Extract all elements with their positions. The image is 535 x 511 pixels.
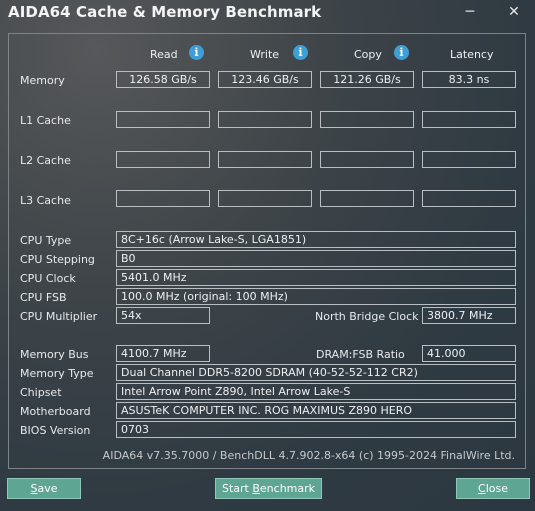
- close-label-rest: lose: [485, 482, 508, 495]
- start-hotkey: B: [252, 482, 260, 495]
- chipset-label: Chipset: [20, 386, 62, 399]
- memory-latency-value: 83.3 ns: [422, 71, 516, 88]
- latency-header: Latency: [450, 48, 494, 61]
- cpu-fsb-value: 100.0 MHz (original: 100 MHz): [116, 288, 516, 305]
- memory-copy-value: 121.26 GB/s: [320, 71, 414, 88]
- write-info-icon[interactable]: i: [293, 45, 308, 60]
- memory-row-label: Memory: [20, 74, 65, 87]
- bios-version-value: 0703: [116, 421, 516, 438]
- cpu-multiplier-value: 54x: [116, 307, 210, 324]
- cpu-type-label: CPU Type: [20, 234, 72, 247]
- memory-bus-label: Memory Bus: [20, 348, 89, 361]
- l2-read-value: [116, 151, 210, 168]
- save-label-rest: ave: [37, 482, 58, 495]
- memory-type-value: Dual Channel DDR5-8200 SDRAM (40-52-52-1…: [116, 364, 516, 381]
- l2-cache-row-label: L2 Cache: [20, 154, 71, 167]
- copy-info-icon[interactable]: i: [394, 45, 409, 60]
- memory-read-value: 126.58 GB/s: [116, 71, 210, 88]
- north-bridge-clock-label: North Bridge Clock: [315, 310, 419, 323]
- title-bar: AIDA64 Cache & Memory Benchmark ─ ✕: [0, 0, 535, 26]
- dram-fsb-ratio-label: DRAM:FSB Ratio: [316, 348, 405, 361]
- l3-copy-value: [320, 190, 414, 207]
- cpu-type-value: 8C+16c (Arrow Lake-S, LGA1851): [116, 231, 516, 248]
- l1-read-value: [116, 111, 210, 128]
- l3-read-value: [116, 190, 210, 207]
- l3-write-value: [218, 190, 312, 207]
- start-benchmark-button[interactable]: Start Benchmark: [215, 478, 322, 499]
- l1-cache-row-label: L1 Cache: [20, 114, 71, 127]
- north-bridge-clock-value: 3800.7 MHz: [422, 307, 516, 324]
- l2-write-value: [218, 151, 312, 168]
- l1-write-value: [218, 111, 312, 128]
- l1-latency-value: [422, 111, 516, 128]
- save-button[interactable]: Save: [7, 478, 81, 499]
- l3-cache-row-label: L3 Cache: [20, 194, 71, 207]
- motherboard-value: ASUSTeK COMPUTER INC. ROG MAXIMUS Z890 H…: [116, 402, 516, 419]
- l3-latency-value: [422, 190, 516, 207]
- close-window-button[interactable]: ✕: [492, 0, 535, 26]
- chipset-value: Intel Arrow Point Z890, Intel Arrow Lake…: [116, 383, 516, 400]
- cpu-stepping-label: CPU Stepping: [20, 253, 95, 266]
- memory-type-label: Memory Type: [20, 367, 94, 380]
- l2-copy-value: [320, 151, 414, 168]
- cpu-stepping-value: B0: [116, 250, 516, 267]
- close-hotkey: C: [478, 482, 486, 495]
- cpu-fsb-label: CPU FSB: [20, 291, 67, 304]
- start-label-pre: Start: [221, 482, 253, 495]
- cpu-clock-label: CPU Clock: [20, 272, 76, 285]
- copy-header: Copy: [354, 48, 382, 61]
- memory-bus-value: 4100.7 MHz: [116, 345, 210, 362]
- write-header: Write: [250, 48, 280, 61]
- l1-copy-value: [320, 111, 414, 128]
- dram-fsb-ratio-value: 41.000: [422, 345, 516, 362]
- cpu-clock-value: 5401.0 MHz: [116, 269, 516, 286]
- motherboard-label: Motherboard: [20, 405, 91, 418]
- cpu-multiplier-label: CPU Multiplier: [20, 310, 98, 323]
- bios-version-label: BIOS Version: [20, 424, 91, 437]
- close-button[interactable]: Close: [456, 478, 530, 499]
- version-footer: AIDA64 v7.35.7000 / BenchDLL 4.7.902.8-x…: [102, 449, 515, 462]
- start-label-rest: enchmark: [259, 482, 316, 495]
- read-info-icon[interactable]: i: [189, 45, 204, 60]
- read-header: Read: [150, 48, 178, 61]
- minimize-button[interactable]: ─: [448, 0, 492, 26]
- memory-write-value: 123.46 GB/s: [218, 71, 312, 88]
- l2-latency-value: [422, 151, 516, 168]
- window-title: AIDA64 Cache & Memory Benchmark: [8, 3, 322, 21]
